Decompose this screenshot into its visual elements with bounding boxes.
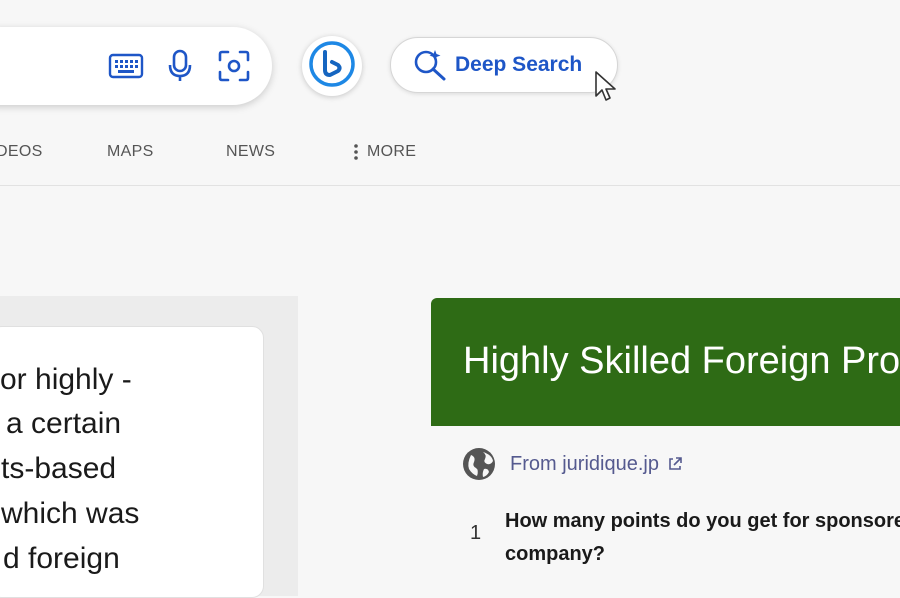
globe-icon [462, 447, 496, 481]
source-link[interactable]: From juridique.jp [462, 447, 683, 481]
tab-news[interactable]: NEWS [226, 143, 275, 161]
tab-maps[interactable]: MAPS [107, 143, 154, 161]
copilot-button[interactable] [302, 36, 362, 96]
banner-title: Highly Skilled Foreign Pro [463, 340, 900, 382]
tab-more[interactable]: MORE [353, 143, 416, 161]
mouse-cursor-icon [594, 70, 620, 109]
deep-search-icon [413, 48, 449, 82]
answer-text-line: ts-based [1, 452, 117, 485]
visual-search-icon[interactable] [216, 48, 252, 84]
result-banner: Highly Skilled Foreign Pro [431, 298, 900, 426]
answer-card: or highly - a certain ts-based which was… [0, 326, 264, 598]
answer-text-line: d foreign [3, 542, 120, 575]
question-text[interactable]: How many points do you get for sponsored… [505, 505, 900, 571]
microphone-icon[interactable] [162, 48, 198, 84]
tabs-divider [0, 185, 900, 186]
answer-text-line: a certain [6, 407, 122, 440]
source-label: From juridique.jp [510, 452, 659, 475]
question-number: 1 [470, 522, 482, 544]
search-tabs: DEOS MAPS NEWS MORE [0, 143, 900, 163]
bing-copilot-icon [308, 40, 356, 93]
kebab-icon [354, 144, 358, 160]
answer-text-line: which was [1, 497, 140, 530]
tab-more-label: MORE [367, 143, 417, 160]
keyboard-icon[interactable] [108, 48, 144, 84]
external-link-icon [667, 456, 683, 472]
deep-search-button[interactable]: Deep Search [390, 37, 618, 93]
deep-search-label: Deep Search [455, 53, 583, 76]
answer-text-line: or highly - [0, 363, 132, 396]
tab-videos[interactable]: DEOS [0, 143, 43, 161]
